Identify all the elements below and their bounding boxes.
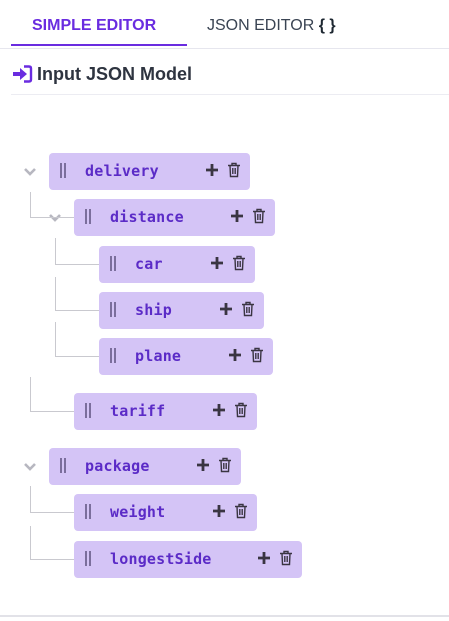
trash-icon[interactable]: [250, 347, 264, 363]
plus-icon[interactable]: [218, 301, 234, 317]
plus-icon[interactable]: [211, 402, 227, 418]
node-label: distance: [110, 208, 184, 226]
tree-connector: [55, 238, 100, 265]
plus-icon[interactable]: [204, 162, 220, 178]
plus-icon[interactable]: [195, 457, 211, 473]
editor-page: SIMPLE EDITOR JSON EDITOR { } Input JSON…: [0, 0, 449, 621]
drag-handle-icon[interactable]: [110, 348, 116, 363]
plus-icon[interactable]: [229, 208, 245, 224]
node-label: tariff: [110, 402, 166, 420]
trash-icon[interactable]: [218, 457, 232, 473]
tree-node-ship[interactable]: ship: [99, 292, 264, 329]
node-label: weight: [110, 503, 166, 521]
tree-node-delivery[interactable]: delivery: [49, 153, 250, 190]
node-label: longestSide: [110, 550, 212, 568]
chevron-down-icon[interactable]: [22, 460, 38, 472]
node-label: package: [85, 457, 150, 475]
chevron-down-icon[interactable]: [22, 165, 38, 177]
tab-json-editor[interactable]: JSON EDITOR { }: [207, 14, 336, 46]
tree-connector: [30, 486, 75, 513]
trash-icon[interactable]: [279, 550, 293, 566]
section-title: Input JSON Model: [37, 63, 192, 84]
plus-icon[interactable]: [211, 503, 227, 519]
tree-connector: [55, 277, 100, 311]
trash-icon[interactable]: [234, 503, 248, 519]
tree-connector: [30, 192, 75, 218]
section-divider: [11, 94, 449, 95]
drag-handle-icon[interactable]: [60, 163, 66, 178]
tree-connector: [55, 322, 100, 357]
tree-node-plane[interactable]: plane: [99, 338, 273, 375]
drag-handle-icon[interactable]: [85, 403, 91, 418]
node-label: plane: [135, 347, 182, 365]
drag-handle-icon[interactable]: [110, 302, 116, 317]
trash-icon[interactable]: [252, 208, 266, 224]
tree-connector: [30, 526, 75, 560]
drag-handle-icon[interactable]: [85, 209, 91, 224]
tree-node-longestside[interactable]: longestSide: [74, 541, 302, 578]
drag-handle-icon[interactable]: [60, 458, 66, 473]
plus-icon[interactable]: [256, 550, 272, 566]
active-tab-indicator: [11, 44, 187, 46]
tree-node-distance[interactable]: distance: [74, 199, 275, 236]
tab-json-editor-label: JSON EDITOR: [207, 17, 315, 34]
node-label: ship: [135, 301, 172, 319]
drag-handle-icon[interactable]: [85, 504, 91, 519]
panel-bottom-border: [0, 615, 449, 617]
tree-node-weight[interactable]: weight: [74, 494, 257, 531]
tree-node-package[interactable]: package: [49, 448, 241, 485]
section-header: Input JSON Model: [11, 62, 192, 86]
plus-icon[interactable]: [227, 347, 243, 363]
braces-icon: { }: [318, 17, 336, 34]
trash-icon[interactable]: [227, 162, 241, 178]
node-label: car: [135, 255, 163, 273]
drag-handle-icon[interactable]: [110, 256, 116, 271]
editor-tabs: SIMPLE EDITOR JSON EDITOR { }: [0, 0, 449, 49]
plus-icon[interactable]: [209, 255, 225, 271]
tab-simple-editor[interactable]: SIMPLE EDITOR: [32, 14, 156, 46]
sign-in-icon: [13, 65, 33, 83]
tree-node-tariff[interactable]: tariff: [74, 393, 257, 430]
drag-handle-icon[interactable]: [85, 551, 91, 566]
trash-icon[interactable]: [232, 255, 246, 271]
tree-node-car[interactable]: car: [99, 246, 255, 283]
trash-icon[interactable]: [241, 301, 255, 317]
node-label: delivery: [85, 162, 159, 180]
tree-connector: [30, 377, 75, 412]
trash-icon[interactable]: [234, 402, 248, 418]
